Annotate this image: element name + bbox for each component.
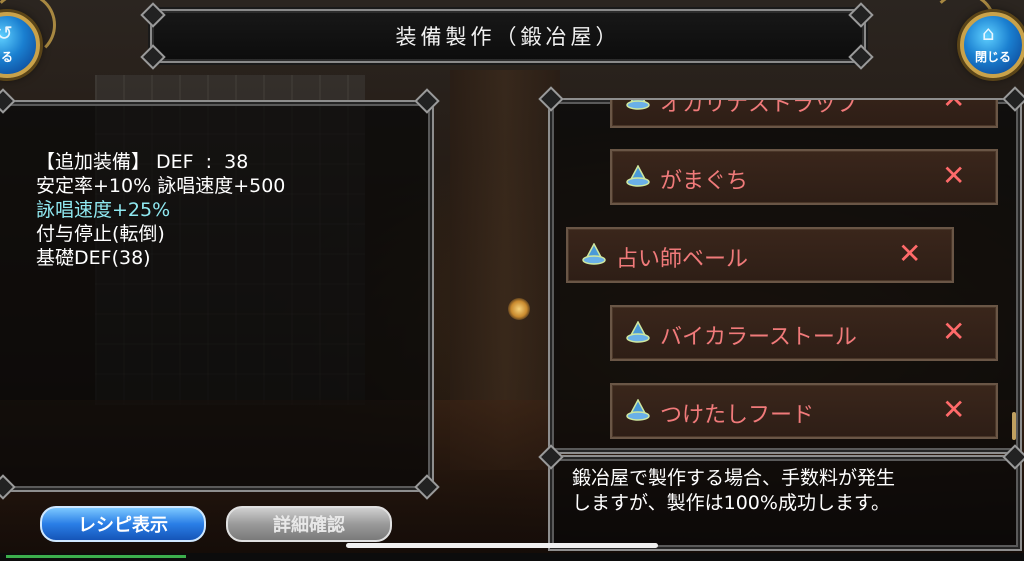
list-item[interactable]: オカリナストラップ ✕ (610, 98, 998, 128)
stat-line-status-effect: 付与停止(転倒) (36, 223, 165, 245)
remove-icon[interactable]: ✕ (942, 159, 965, 192)
close-button-label: 閉じる (974, 50, 1011, 64)
home-icon: ⌂ (982, 21, 995, 45)
back-button-label: る (0, 50, 13, 64)
progress-strip (6, 555, 186, 558)
recipe-button[interactable]: レシピ表示 (40, 506, 206, 542)
item-name: がまぐち (660, 169, 749, 194)
close-button[interactable]: ⌂ 閉じる (960, 12, 1024, 78)
list-item-selected[interactable]: 占い師ベール ✕ (566, 227, 954, 283)
list-item[interactable]: がまぐち ✕ (610, 149, 998, 205)
detail-button[interactable]: 詳細確認 (226, 506, 392, 542)
home-indicator[interactable] (346, 543, 658, 548)
page-title: 装備製作（鍛冶屋） (395, 25, 621, 49)
remove-icon[interactable]: ✕ (942, 393, 965, 426)
item-name: バイカラーストール (660, 325, 857, 350)
message-line: 鍛冶屋で製作する場合、手数料が発生 (572, 467, 896, 489)
stat-line-cast-speed: 詠唱速度+25% (36, 199, 171, 221)
hat-icon (626, 321, 650, 343)
item-name: つけたしフード (660, 403, 815, 428)
remove-icon[interactable]: ✕ (942, 315, 965, 348)
stat-line-additional-def: 【追加装備】 DEF : 38 (36, 151, 249, 173)
list-scrollbar[interactable] (1012, 412, 1016, 440)
hat-icon (582, 243, 606, 265)
remove-icon[interactable]: ✕ (898, 237, 921, 270)
stat-line-base-def: 基礎DEF(38) (36, 247, 151, 269)
hat-icon (626, 100, 650, 110)
remove-icon[interactable]: ✕ (942, 100, 965, 115)
back-icon: ↺ (0, 21, 13, 45)
title-bar: 装備製作（鍛冶屋） (150, 9, 866, 63)
stat-line-stability: 安定率+10% 詠唱速度+500 (36, 175, 286, 197)
hat-icon (626, 399, 650, 421)
stat-list: 【追加装備】 DEF : 38 安定率+10% 詠唱速度+500 詠唱速度+25… (36, 150, 416, 270)
message-text: 鍛冶屋で製作する場合、手数料が発生 しますが、製作は100%成功します。 (572, 466, 1004, 516)
item-name: オカリナストラップ (660, 98, 859, 117)
list-item[interactable]: つけたしフード ✕ (610, 383, 998, 439)
background-lamp (508, 298, 530, 320)
list-item[interactable]: バイカラーストール ✕ (610, 305, 998, 361)
item-name: 占い師ベール (616, 247, 749, 272)
message-line: しますが、製作は100%成功します。 (572, 492, 891, 514)
hat-icon (626, 165, 650, 187)
equipment-list-panel[interactable]: オカリナストラップ ✕ がまぐち ✕ 占い師ベール ✕ バイカラーストール ✕ … (548, 98, 1022, 454)
game-scene: 装備製作（鍛冶屋） ↺ る ⌂ 閉じる 【追加装備】 DEF : 38 安定率+… (0, 0, 1024, 561)
